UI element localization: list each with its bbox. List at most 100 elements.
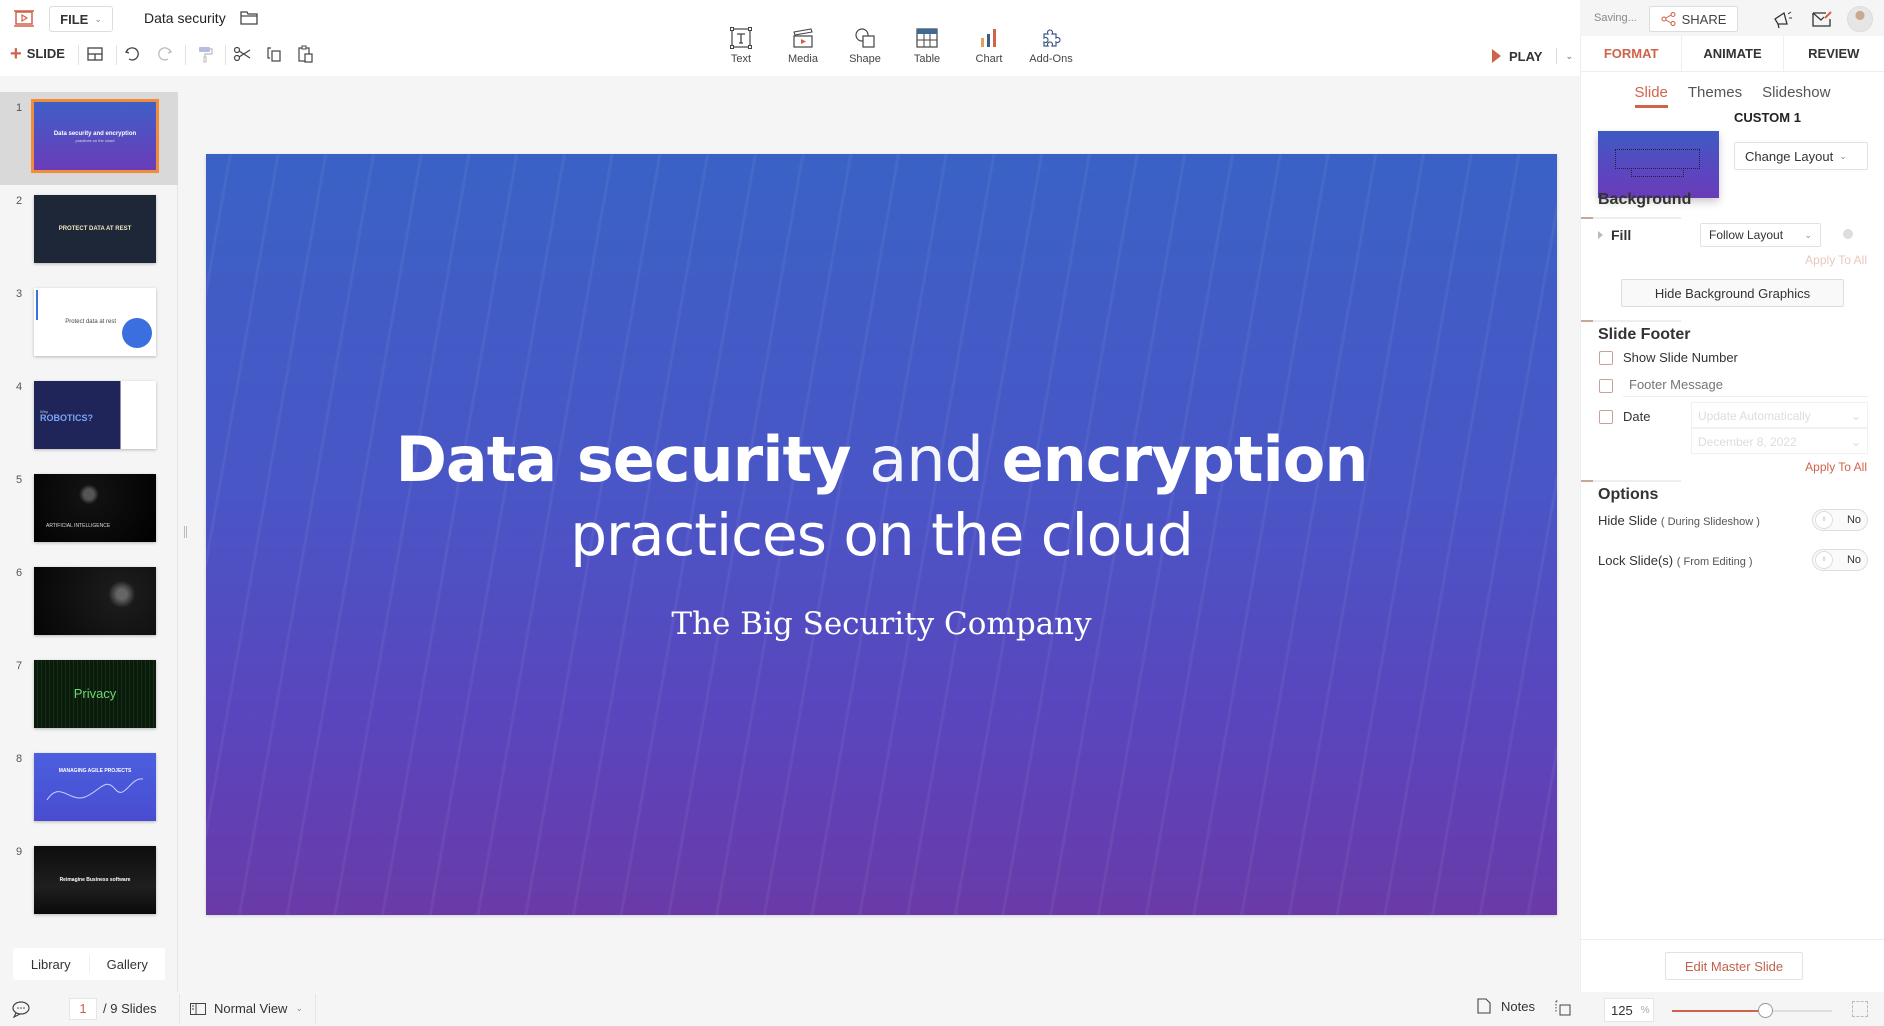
footer-message-checkbox[interactable] <box>1599 379 1613 393</box>
zoom-input[interactable]: 125% <box>1604 998 1654 1022</box>
slide-thumbnail[interactable]: 3 Protect data at rest <box>0 278 178 371</box>
background-apply-all-link[interactable]: Apply To All <box>1805 253 1867 267</box>
show-slide-number-option[interactable]: Show Slide Number <box>1599 350 1738 365</box>
subtab-themes[interactable]: Themes <box>1688 84 1742 108</box>
slide-thumbnail[interactable]: 2 PROTECT DATA AT REST <box>0 185 178 278</box>
slide-thumbnail[interactable]: 1 Data security and encryption practices… <box>0 92 178 185</box>
cut-icon[interactable] <box>232 44 252 64</box>
folder-icon[interactable] <box>240 10 258 25</box>
fit-to-screen-icon[interactable] <box>1852 1001 1868 1017</box>
slide-preview-subtitle: practices on the cloud <box>75 137 115 143</box>
chevron-down-icon: ⌄ <box>1850 435 1861 449</box>
insert-table-label: Table <box>913 53 941 65</box>
layout-preview[interactable] <box>1598 131 1719 198</box>
view-mode-label: Normal View <box>214 1001 288 1016</box>
current-page-input[interactable]: 1 <box>69 998 97 1020</box>
fill-dropdown[interactable]: Follow Layout ⌄ <box>1700 223 1821 247</box>
announcement-megaphone-icon[interactable] <box>1772 9 1794 29</box>
slide-thumbnail[interactable]: 8 MANAGING AGILE PROJECTS <box>0 743 178 836</box>
media-clapper-icon <box>793 28 813 48</box>
add-slide-button[interactable]: + SLIDE <box>10 44 65 64</box>
insert-text-button[interactable]: Text <box>710 26 772 65</box>
notes-button[interactable]: Notes <box>1477 998 1535 1014</box>
share-button[interactable]: SHARE <box>1649 6 1738 32</box>
tab-animate[interactable]: ANIMATE <box>1682 36 1784 71</box>
slide-thumbnail[interactable]: 4 Why ROBOTICS? <box>0 371 178 464</box>
date-option[interactable]: Date <box>1599 409 1650 424</box>
document-title[interactable]: Data security <box>144 10 226 26</box>
divider <box>116 45 117 65</box>
fill-color-swatch[interactable] <box>1843 229 1853 239</box>
chat-icon[interactable] <box>11 1000 31 1018</box>
redo-icon[interactable] <box>155 44 175 64</box>
hide-slide-toggle[interactable]: II No <box>1812 509 1868 531</box>
slide-canvas[interactable]: Data security and encryption practices o… <box>206 154 1557 915</box>
slide-subtitle[interactable]: practices on the cloud <box>206 499 1557 571</box>
hide-background-graphics-button[interactable]: Hide Background Graphics <box>1621 279 1844 307</box>
play-options-chevron-icon[interactable]: ⌄ <box>1565 51 1573 62</box>
footer-message-input[interactable] <box>1623 373 1868 397</box>
view-mode-dropdown[interactable]: Normal View ⌄ <box>190 1001 303 1016</box>
zoom-slider[interactable] <box>1672 1003 1832 1018</box>
panel-resize-handle[interactable] <box>184 526 187 538</box>
slide-thumbnail[interactable]: 6 <box>0 557 178 650</box>
slide-thumbnails-panel: 1 Data security and encryption practices… <box>0 92 178 992</box>
format-painter-icon[interactable] <box>195 44 215 64</box>
lock-slide-toggle[interactable]: II No <box>1812 549 1868 571</box>
slide-title[interactable]: Data security and encryption <box>206 424 1557 496</box>
date-value-dropdown[interactable]: December 8, 2022 ⌄ <box>1691 428 1868 454</box>
play-label: PLAY <box>1509 48 1543 64</box>
insert-shape-button[interactable]: Shape <box>834 26 896 65</box>
footer-apply-all-link[interactable]: Apply To All <box>1805 460 1867 474</box>
edit-master-slide-button[interactable]: Edit Master Slide <box>1665 952 1803 980</box>
insert-chart-button[interactable]: Chart <box>958 26 1020 65</box>
lock-slide-option: Lock Slide(s) ( From Editing ) II No <box>1598 549 1868 571</box>
date-mode-dropdown[interactable]: Update Automatically ⌄ <box>1691 402 1868 428</box>
insert-table-button[interactable]: Table <box>896 26 958 65</box>
shape-icon <box>855 28 875 48</box>
tab-review[interactable]: REVIEW <box>1784 36 1884 71</box>
decorative-bar <box>36 290 38 320</box>
tab-format[interactable]: FORMAT <box>1581 36 1683 71</box>
show-slide-number-checkbox[interactable] <box>1599 350 1613 365</box>
insert-media-button[interactable]: Media <box>772 26 834 65</box>
slide-thumbnail[interactable]: 7 Privacy <box>0 650 178 743</box>
fill-toggle[interactable]: Fill <box>1598 227 1631 243</box>
subtab-slide[interactable]: Slide <box>1634 84 1668 108</box>
hide-slide-label: Hide Slide <box>1598 512 1658 528</box>
gallery-button[interactable]: Gallery <box>90 957 166 972</box>
lock-slide-sublabel: ( From Editing ) <box>1676 555 1753 568</box>
date-value: December 8, 2022 <box>1698 435 1797 449</box>
undo-icon[interactable] <box>122 44 142 64</box>
layout-icon[interactable] <box>85 44 105 64</box>
divider <box>185 45 186 65</box>
copy-icon[interactable] <box>264 44 284 64</box>
slide-thumbnail[interactable]: 5 ARTIFICIAL INTELLIGENCE <box>0 464 178 557</box>
save-status: Saving... <box>1594 12 1637 24</box>
library-button[interactable]: Library <box>13 957 89 972</box>
change-layout-label: Change Layout <box>1745 148 1834 164</box>
library-gallery-switch: Library Gallery <box>13 948 165 980</box>
slide-thumbnail[interactable]: 9 Reimagine Business software <box>0 836 178 929</box>
footer-message-option[interactable] <box>1599 379 1613 393</box>
feedback-mail-icon[interactable] <box>1811 9 1833 29</box>
insert-addons-button[interactable]: Add-Ons <box>1020 26 1082 65</box>
lock-slide-value: No <box>1846 554 1861 566</box>
play-button[interactable]: PLAY ⌄ <box>1480 40 1580 72</box>
file-menu-button[interactable]: FILE ⌄ <box>49 6 113 32</box>
zoom-slider-handle[interactable] <box>1757 1003 1773 1018</box>
slide-preview: Data security and encryption practices o… <box>31 99 159 173</box>
user-avatar[interactable] <box>1847 6 1873 32</box>
subtab-slideshow[interactable]: Slideshow <box>1762 84 1830 108</box>
slide-number: 1 <box>16 102 23 114</box>
date-mode-value: Update Automatically <box>1698 409 1811 423</box>
slide-company-name[interactable]: The Big Security Company <box>206 606 1557 642</box>
slide-preview: ARTIFICIAL INTELLIGENCE <box>34 474 156 542</box>
slide-sorter-icon[interactable] <box>1555 1000 1571 1016</box>
paste-icon[interactable] <box>295 44 315 64</box>
change-layout-dropdown[interactable]: Change Layout ⌄ <box>1734 142 1868 170</box>
insert-toolbar: Text Media Shape Table Chart Add-Ons <box>710 26 1082 65</box>
show-logo-icon[interactable] <box>14 10 34 28</box>
share-label: SHARE <box>1681 11 1727 27</box>
date-checkbox[interactable] <box>1599 409 1613 424</box>
